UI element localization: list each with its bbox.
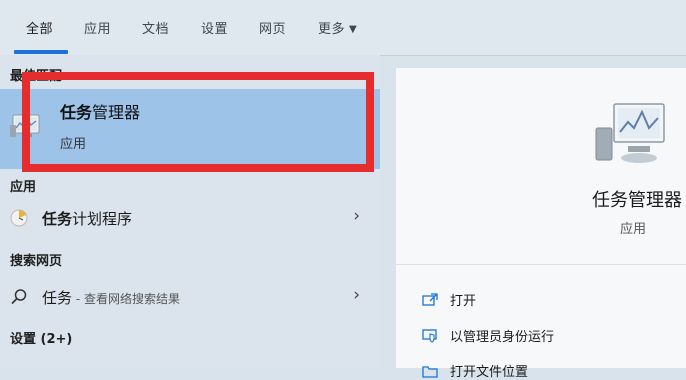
result-web-search-label: 任务 - 查看网络搜索结果 [42, 287, 180, 308]
section-web: 搜索网页 [10, 254, 63, 269]
action-open-file-location[interactable]: 打开文件位置 [422, 361, 528, 380]
highlight-annotation-box [22, 72, 374, 172]
result-task-scheduler-rest: 计划程序 [72, 210, 133, 228]
tab-all[interactable]: 全部 [26, 18, 53, 37]
action-run-as-admin-label: 以管理员身份运行 [450, 330, 555, 345]
result-task-scheduler-bold: 任务 [42, 210, 73, 228]
tab-documents[interactable]: 文档 [142, 18, 169, 37]
shield-admin-icon [422, 329, 437, 343]
action-open-label: 打开 [450, 294, 477, 309]
action-open-file-location-label: 打开文件位置 [450, 365, 529, 380]
action-open[interactable]: 打开 [422, 290, 476, 309]
chevron-right-icon[interactable]: › [353, 206, 360, 226]
details-divider [396, 264, 686, 265]
details-pane: 任务管理器 应用 打开 以管理员身份运行 打开文件位置 [396, 68, 686, 380]
details-app-name: 任务管理器 [592, 190, 682, 211]
tab-more-label: 更多 [318, 22, 346, 37]
result-task-scheduler-label: 任务计划程序 [42, 208, 132, 229]
details-app-kind: 应用 [619, 222, 646, 237]
search-icon [11, 289, 27, 305]
chevron-right-icon[interactable]: › [353, 285, 360, 305]
task-scheduler-icon [10, 209, 28, 227]
result-web-search-desc: - 查看网络搜索结果 [72, 292, 180, 306]
section-settings: 设置 (2+) [10, 332, 73, 347]
tab-apps[interactable]: 应用 [84, 18, 111, 37]
chevron-down-icon: ▼ [349, 24, 358, 35]
action-run-as-admin[interactable]: 以管理员身份运行 [422, 326, 554, 345]
filter-tab-bar: 全部 应用 文档 设置 网页 更多 ▼ [0, 0, 686, 56]
result-task-scheduler[interactable]: 任务计划程序 › [0, 200, 380, 236]
tab-settings[interactable]: 设置 [201, 18, 228, 37]
folder-icon [422, 366, 438, 378]
result-web-search[interactable]: 任务 - 查看网络搜索结果 › [0, 279, 380, 315]
open-icon [422, 293, 438, 306]
section-apps: 应用 [10, 180, 37, 195]
result-web-search-term: 任务 [42, 289, 73, 307]
tab-web[interactable]: 网页 [259, 18, 286, 37]
task-manager-large-icon [595, 103, 665, 163]
tab-more[interactable]: 更多 ▼ [318, 18, 357, 37]
active-tab-indicator [14, 50, 68, 54]
